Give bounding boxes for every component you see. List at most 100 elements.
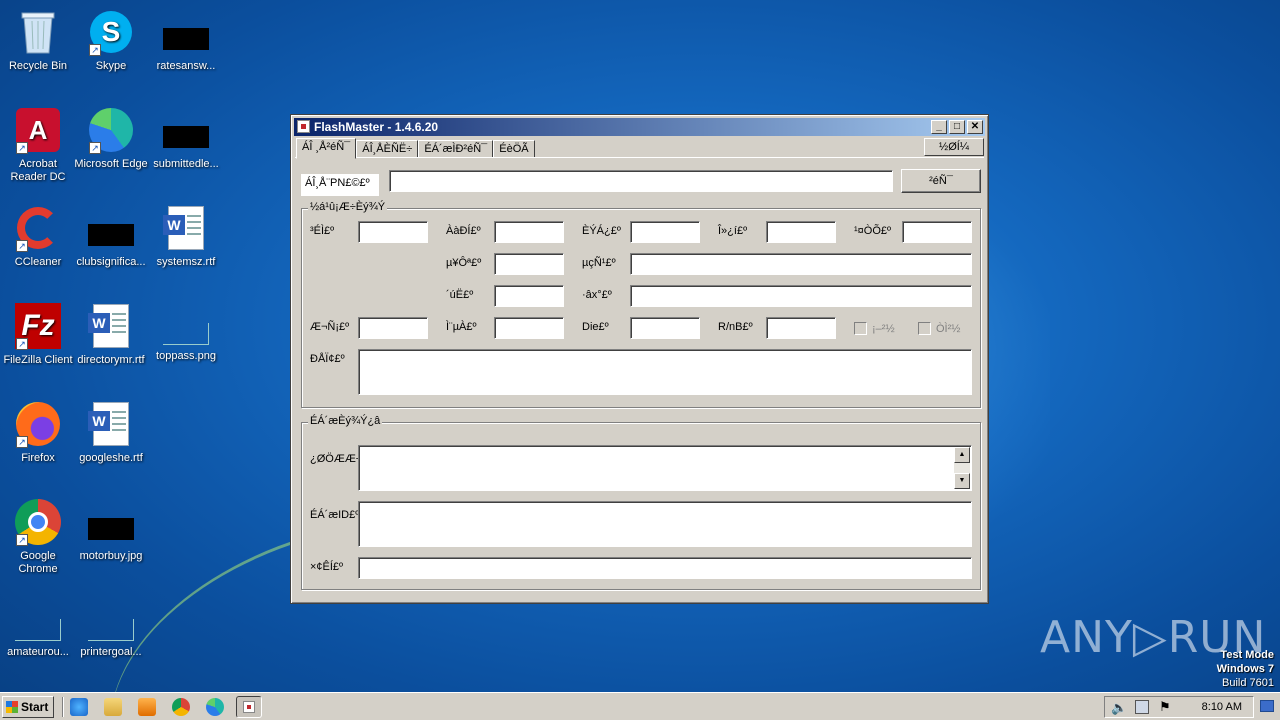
width-field[interactable]: [766, 221, 836, 243]
part-number-input[interactable]: [389, 170, 893, 192]
taskbar-separator: [62, 697, 64, 717]
window-titlebar[interactable]: FlashMaster - 1.4.6.20 _ □ ✕: [294, 118, 985, 136]
controller-scrollbar[interactable]: ▲ ▼: [954, 447, 970, 489]
shortcut-arrow-icon: ↗: [16, 338, 28, 350]
action-center-flag-icon[interactable]: ⚑: [1159, 699, 1171, 715]
flash-id-textarea[interactable]: [358, 501, 972, 547]
query-button[interactable]: ²éÑ¯: [901, 169, 981, 193]
capacity-label: ÈÝÁ¿£º: [582, 225, 621, 237]
start-button[interactable]: Start: [2, 696, 54, 718]
desktop-icon-file[interactable]: submittedle...: [148, 120, 224, 171]
info-label: ÐÅÏ¢£º: [310, 353, 345, 365]
type-label: ÀàÐÍ£º: [446, 225, 481, 237]
desktop-icon-file[interactable]: amateurou...: [0, 618, 76, 659]
desktop-icon-label: systemsz.rtf: [156, 256, 216, 268]
edge-icon: ↗: [87, 106, 135, 154]
tab-panel: ÁÎ¸Å¨PN£©£º ²éÑ¯ ½á¹û¡Æ÷Èý¾Ý ³ÉÌ£º ÀàÐÍ£…: [295, 157, 984, 599]
scroll-up-icon[interactable]: ▲: [954, 447, 970, 463]
package-field[interactable]: [630, 285, 972, 307]
shortcut-arrow-icon: ↗: [89, 44, 101, 56]
desktop-icon-filezilla[interactable]: Fz ↗ FileZilla Client: [0, 302, 76, 367]
desktop-icon-label: Recycle Bin: [8, 60, 68, 72]
chrome-taskbar-icon[interactable]: [172, 698, 190, 716]
network-icon[interactable]: [1135, 700, 1149, 714]
sync-checkbox-label: ¡–²½: [872, 323, 895, 335]
cell-field[interactable]: [494, 253, 564, 275]
test-mode-line: Test Mode: [1220, 649, 1274, 661]
type-field[interactable]: [494, 221, 564, 243]
edge-taskbar-icon[interactable]: [206, 698, 224, 716]
image-file-icon: [14, 618, 62, 642]
taskbar: Start 🔈 ⚑ 8:10 AM: [0, 692, 1280, 720]
start-label: Start: [21, 700, 49, 714]
ccleaner-icon: ↗: [14, 204, 62, 252]
desktop-icon-file[interactable]: W googleshe.rtf: [73, 400, 149, 465]
desktop-icon-file[interactable]: toppass.png: [148, 322, 224, 363]
os-name-line: Windows 7: [1216, 663, 1274, 675]
info-textarea[interactable]: [358, 349, 972, 395]
close-button[interactable]: ✕: [967, 120, 983, 134]
rnb-field[interactable]: [766, 317, 836, 339]
tab-flash-id[interactable]: ÉÁ´æÌÐ²éÑ¯: [418, 140, 494, 158]
screenshot-button[interactable]: ½ØÍ¼: [924, 138, 984, 156]
filezilla-icon: Fz ↗: [14, 302, 62, 350]
speaker-icon[interactable]: 🔈: [1111, 700, 1127, 716]
desktop-icon-file[interactable]: ratesansw...: [148, 22, 224, 73]
test-mode-notice: Test Mode Windows 7 Build 7601: [1217, 648, 1274, 690]
controller-textarea[interactable]: ▲ ▼: [358, 445, 972, 491]
desktop-icon-file[interactable]: printergoal...: [73, 618, 149, 659]
shortcut-arrow-icon: ↗: [16, 534, 28, 546]
desktop-icon-ccleaner[interactable]: ↗ CCleaner: [0, 204, 76, 269]
flashmaster-taskbar-button[interactable]: [236, 696, 262, 718]
desktop-icon-label: clubsignifica...: [76, 256, 146, 268]
desktop-icon-chrome[interactable]: ↗ Google Chrome: [0, 498, 76, 576]
word-document-icon: W: [162, 204, 210, 252]
image-thumbnail-icon: [162, 22, 210, 56]
cell-label: µ¥Ôª£º: [446, 257, 482, 269]
desktop-icon-firefox[interactable]: ↗ Firefox: [0, 400, 76, 465]
flash-database-group: ÉÁ´æÈý¾Ý¿â ¿ØÖÆÆ÷ ▲ ▼ ÉÁ´æID£º ×¢ÊÍ£º: [301, 415, 981, 590]
desktop-icon-file[interactable]: clubsignifica...: [73, 218, 149, 269]
word-document-icon: W: [87, 302, 135, 350]
desktop-icon-recycle-bin[interactable]: Recycle Bin: [0, 8, 76, 73]
scroll-down-icon[interactable]: ▼: [954, 473, 970, 489]
generation-field[interactable]: [494, 285, 564, 307]
desktop-icon-skype[interactable]: S ↗ Skype: [73, 8, 149, 73]
chip-select-field[interactable]: [358, 317, 428, 339]
minimize-button[interactable]: _: [931, 120, 947, 134]
chrome-icon: ↗: [14, 498, 62, 546]
taskbar-clock[interactable]: 8:10 AM: [1202, 701, 1242, 713]
desktop-icon-label: printergoal...: [80, 646, 142, 658]
maximize-button[interactable]: □: [949, 120, 965, 134]
capacity-field[interactable]: [630, 221, 700, 243]
desktop-icon-label: directorymr.rtf: [77, 354, 145, 366]
die-field[interactable]: [630, 317, 700, 339]
async-checkbox-label: ÒÌ²½: [936, 323, 961, 335]
ie-icon[interactable]: [70, 698, 88, 716]
image-thumbnail-icon: [162, 120, 210, 154]
desktop-icon-edge[interactable]: ↗ Microsoft Edge: [73, 106, 149, 171]
package-label: ·âx°£º: [582, 289, 612, 301]
async-checkbox[interactable]: [918, 322, 931, 335]
media-player-icon[interactable]: [138, 698, 156, 716]
show-desktop-icon[interactable]: [1260, 700, 1274, 712]
desktop-icon-file[interactable]: W directorymr.rtf: [73, 302, 149, 367]
skype-icon: S ↗: [87, 8, 135, 56]
sync-checkbox[interactable]: [854, 322, 867, 335]
tab-settings[interactable]: ÉèÖÃ: [493, 140, 535, 158]
note-field[interactable]: [358, 557, 972, 579]
tab-query[interactable]: ÁÎ ¸Å²éÑ¯: [296, 138, 357, 159]
channel-label: Ì¨µÀ£º: [446, 321, 477, 333]
tab-strip: ÁÎ ¸Å²éÑ¯ ÁÎ¸ÅÈÑË÷ ÉÁ´æÌÐ²éÑ¯ ÉèÖÃ: [296, 138, 535, 159]
image-thumbnail-icon: [87, 512, 135, 546]
tab-search[interactable]: ÁÎ¸ÅÈÑË÷: [356, 140, 419, 158]
channel-field[interactable]: [494, 317, 564, 339]
desktop-icon-file[interactable]: motorbuy.jpg: [73, 512, 149, 563]
explorer-icon[interactable]: [104, 698, 122, 716]
desktop-icon-label: Google Chrome: [18, 550, 58, 575]
desktop-icon-file[interactable]: W systemsz.rtf: [148, 204, 224, 269]
voltage-field[interactable]: [630, 253, 972, 275]
desktop-icon-acrobat[interactable]: A ↗ Acrobat Reader DC: [0, 106, 76, 184]
vendor-field[interactable]: [358, 221, 428, 243]
process-field[interactable]: [902, 221, 972, 243]
